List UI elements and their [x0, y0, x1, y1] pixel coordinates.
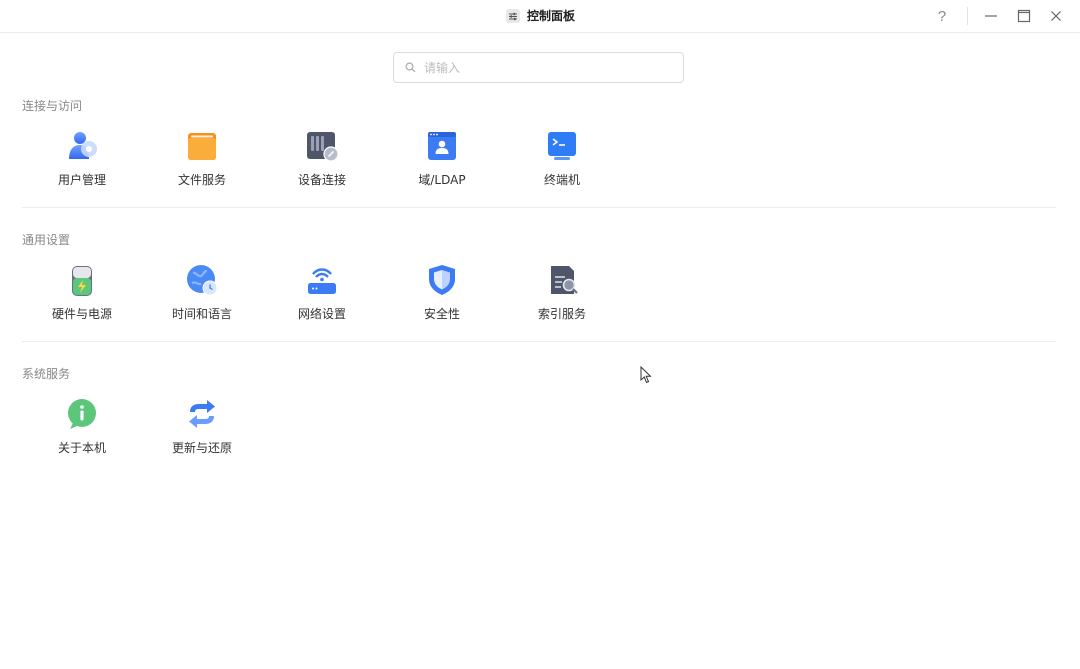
minimize-icon [985, 15, 997, 17]
maximize-icon [1017, 9, 1031, 23]
minimize-button[interactable] [980, 5, 1002, 27]
item-hardware-power[interactable]: 硬件与电源 [22, 260, 142, 334]
item-label: 用户管理 [57, 173, 106, 187]
ldap-icon [428, 132, 456, 160]
section-title-general: 通用设置 [22, 233, 71, 247]
router-icon [308, 268, 336, 294]
item-label: 网络设置 [297, 307, 346, 321]
shield-icon [429, 265, 455, 295]
item-security[interactable]: 安全性 [382, 260, 502, 334]
item-domain-ldap[interactable]: 域/LDAP [382, 126, 502, 200]
section-title-system: 系统服务 [22, 367, 71, 381]
item-label: 终端机 [543, 173, 580, 187]
control-panel-icon [506, 9, 520, 23]
item-file-service[interactable]: 文件服务 [142, 126, 262, 200]
folder-icon [188, 133, 216, 160]
section-title-connection: 连接与访问 [22, 99, 83, 113]
window-title: 控制面板 [527, 9, 576, 23]
item-device-connection[interactable]: 设备连接 [262, 126, 382, 200]
index-search-icon [551, 266, 578, 294]
item-label: 安全性 [423, 307, 460, 321]
item-terminal[interactable]: 终端机 [502, 126, 622, 200]
section-divider [22, 207, 1056, 208]
terminal-icon [548, 132, 576, 160]
item-label: 域/LDAP [418, 173, 466, 187]
maximize-button[interactable] [1013, 5, 1035, 27]
titlebar-divider [967, 7, 968, 25]
device-link-icon [307, 132, 339, 162]
battery-icon [72, 266, 92, 296]
item-user-management[interactable]: 用户管理 [22, 126, 142, 200]
search-box[interactable] [393, 52, 684, 83]
item-label: 索引服务 [537, 307, 586, 321]
item-time-language[interactable]: 时间和语言 [142, 260, 262, 334]
title-bar: 控制面板 ? [0, 0, 1080, 33]
item-index-service[interactable]: 索引服务 [502, 260, 622, 334]
help-button[interactable]: ? [931, 5, 953, 27]
item-network-settings[interactable]: 网络设置 [262, 260, 382, 334]
globe-clock-icon [187, 265, 218, 296]
mouse-cursor-icon [640, 366, 652, 384]
users-icon [69, 132, 97, 159]
item-label: 时间和语言 [171, 307, 232, 321]
search-input[interactable] [424, 60, 664, 75]
item-label: 更新与还原 [171, 441, 232, 455]
update-icon [189, 400, 215, 428]
item-label: 关于本机 [57, 441, 106, 455]
info-icon [68, 399, 96, 429]
search-icon [405, 62, 416, 73]
help-icon: ? [937, 7, 947, 25]
close-button[interactable] [1045, 5, 1067, 27]
item-label: 硬件与电源 [51, 307, 112, 321]
item-label: 文件服务 [177, 173, 226, 187]
item-about[interactable]: 关于本机 [22, 394, 142, 468]
window-title-group: 控制面板 [506, 8, 575, 24]
section-divider [22, 341, 1056, 342]
close-icon [1051, 11, 1061, 21]
item-update-restore[interactable]: 更新与还原 [142, 394, 262, 468]
item-label: 设备连接 [297, 173, 346, 187]
